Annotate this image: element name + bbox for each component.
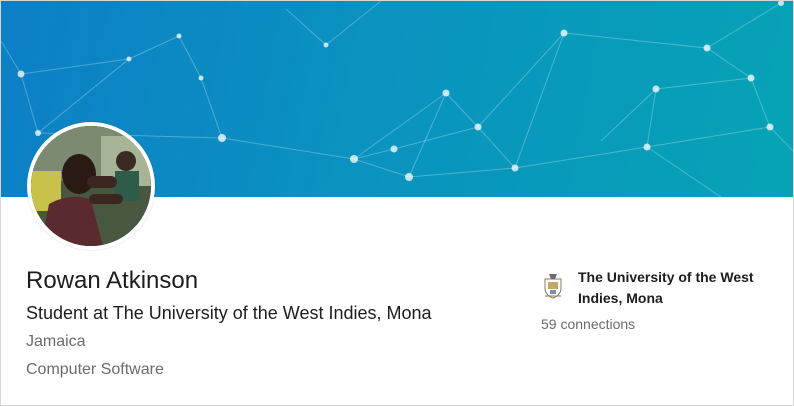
profile-industry: Computer Software <box>26 361 164 378</box>
profile-avatar[interactable] <box>27 122 155 250</box>
profile-card: Rowan Atkinson Student at The University… <box>0 0 794 406</box>
profile-location: Jamaica <box>26 333 86 350</box>
connections-count[interactable]: 59 connections <box>541 316 635 332</box>
university-crest-icon <box>544 274 562 299</box>
profile-name: Rowan Atkinson <box>26 267 199 294</box>
profile-headline: Student at The University of the West In… <box>26 303 432 323</box>
profile-photo <box>31 126 151 246</box>
education-school-name[interactable]: The University of the West Indies, Mona <box>578 267 778 309</box>
